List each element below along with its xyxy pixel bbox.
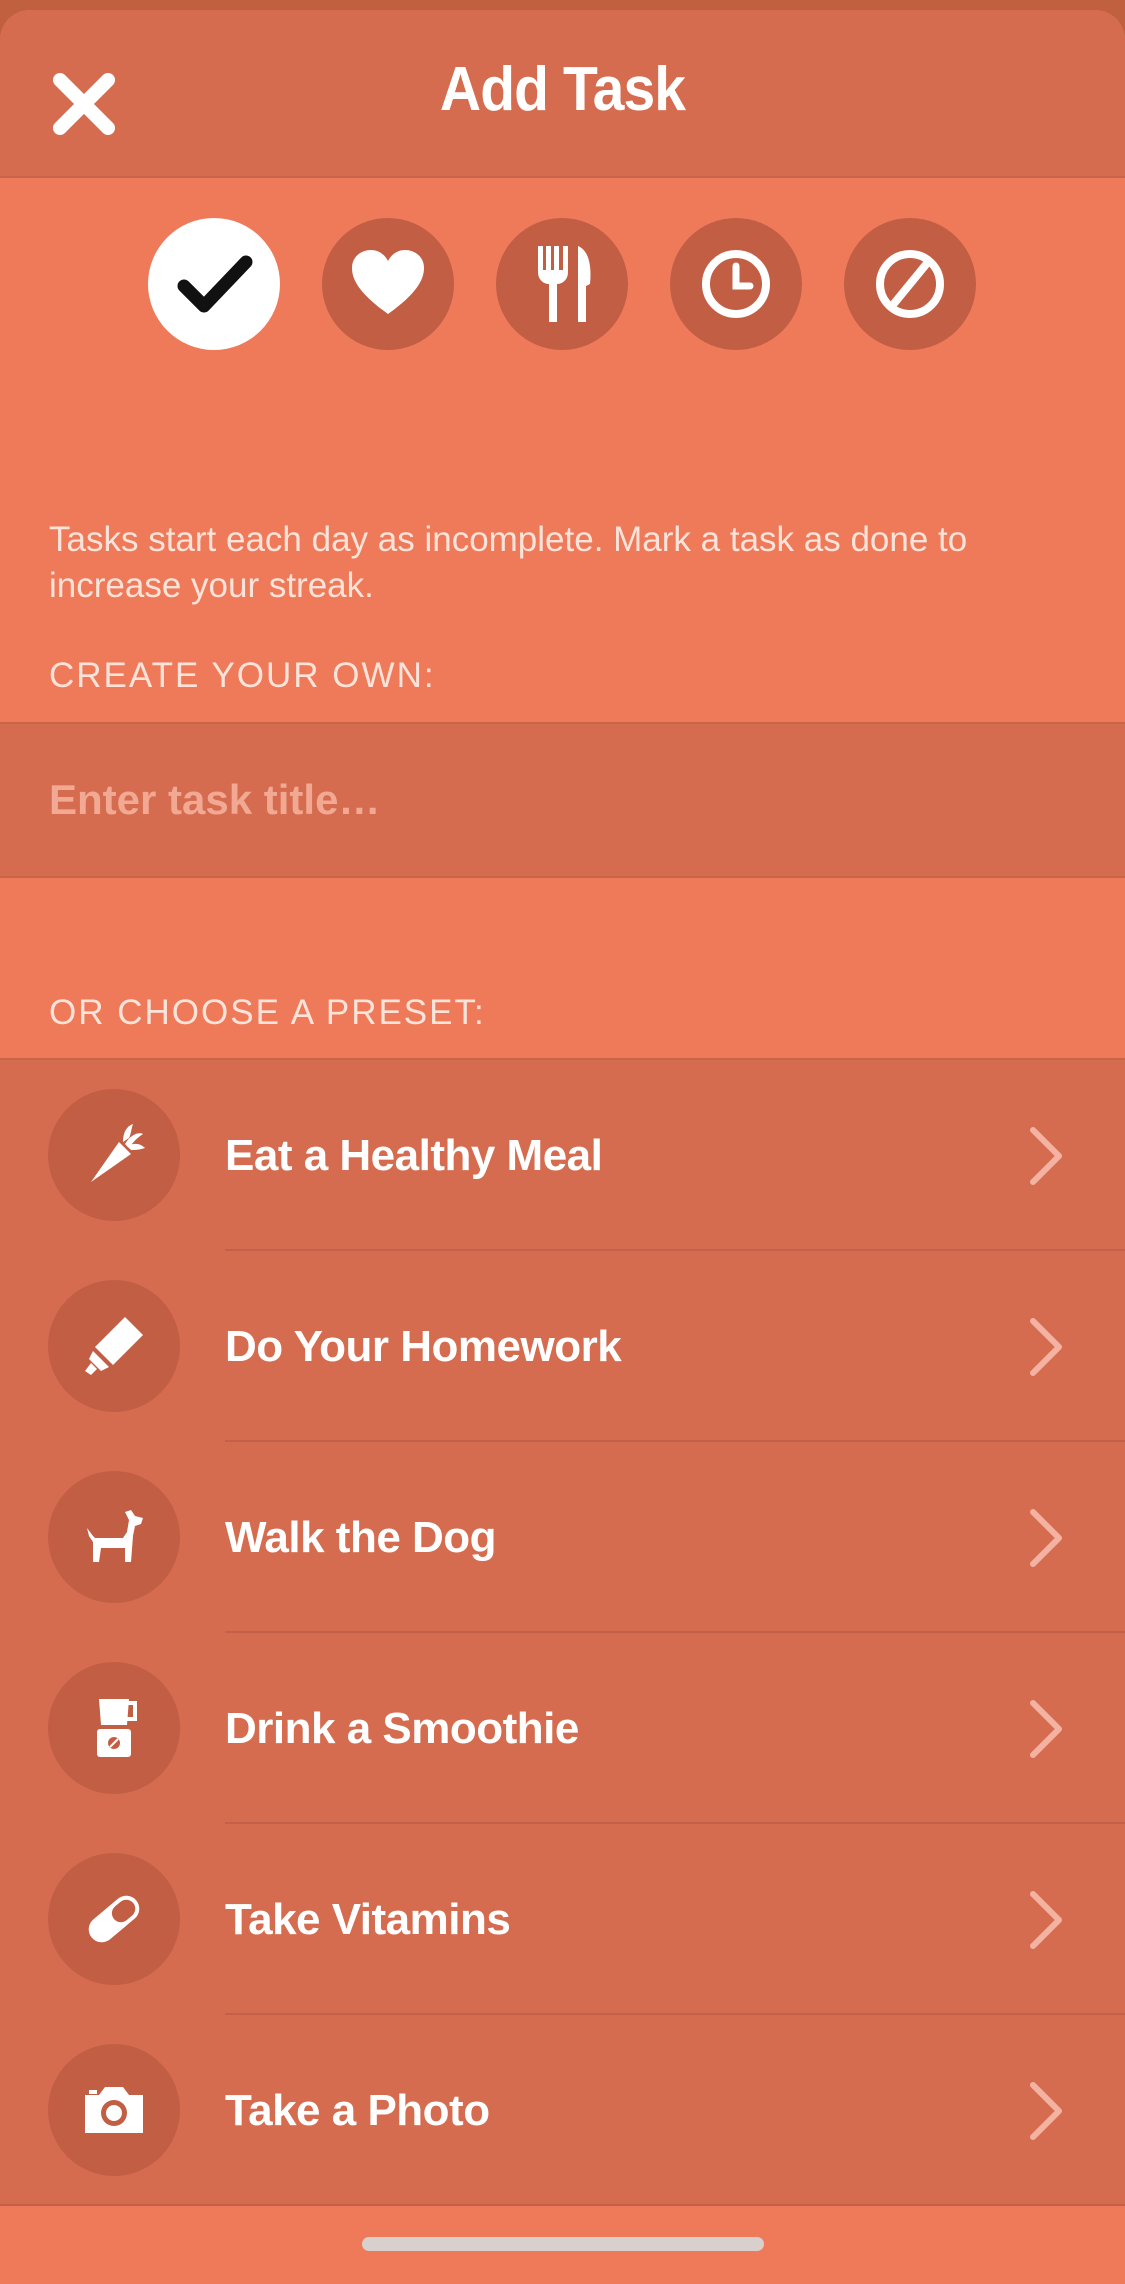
chevron-right-icon	[1030, 2082, 1062, 2140]
type-button-heart[interactable]	[322, 218, 454, 350]
chevron-right-icon	[1030, 1891, 1062, 1949]
preset-item-label: Eat a Healthy Meal	[225, 1130, 603, 1180]
dog-icon	[48, 1471, 180, 1603]
camera-icon	[48, 2044, 180, 2176]
type-button-clock[interactable]	[670, 218, 802, 350]
create-section-label: CREATE YOUR OWN:	[49, 656, 436, 695]
preset-item-label: Drink a Smoothie	[225, 1703, 579, 1753]
preset-list: Eat a Healthy Meal Do Your Homework Walk…	[0, 1058, 1125, 2206]
checkmark-icon	[177, 255, 253, 313]
prohibited-icon	[876, 250, 944, 318]
pill-icon	[48, 1853, 180, 1985]
preset-item-label: Do Your Homework	[225, 1321, 622, 1371]
navigation-bar: Add Task	[0, 10, 1125, 178]
divider	[0, 2204, 1125, 2206]
page-title: Add Task	[439, 55, 686, 124]
chevron-right-icon	[1030, 1509, 1062, 1567]
preset-item-vitamins[interactable]: Take Vitamins	[0, 1824, 1125, 2015]
heart-icon	[352, 250, 424, 314]
blender-icon	[48, 1662, 180, 1794]
preset-item-smoothie[interactable]: Drink a Smoothie	[0, 1633, 1125, 1824]
add-task-sheet: Add Task Tasks start each day as incompl…	[0, 10, 1125, 2284]
chevron-right-icon	[1030, 1127, 1062, 1185]
task-title-row	[0, 722, 1125, 878]
preset-item-walk-dog[interactable]: Walk the Dog	[0, 1442, 1125, 1633]
type-button-checkmark[interactable]	[148, 218, 280, 350]
chevron-right-icon	[1030, 1700, 1062, 1758]
type-button-food[interactable]	[496, 218, 628, 350]
home-indicator[interactable]	[362, 2237, 764, 2251]
help-text: Tasks start each day as incomplete. Mark…	[49, 520, 968, 605]
type-button-prohibited[interactable]	[844, 218, 976, 350]
task-title-input[interactable]	[49, 724, 1079, 876]
preset-item-label: Take a Photo	[225, 2085, 490, 2135]
carrot-icon	[48, 1089, 180, 1221]
chevron-right-icon	[1030, 1318, 1062, 1376]
highlighter-icon	[48, 1280, 180, 1412]
preset-item-label: Take Vitamins	[225, 1894, 511, 1944]
preset-section-label: OR CHOOSE A PRESET:	[49, 993, 486, 1032]
preset-item-photo[interactable]: Take a Photo	[0, 2015, 1125, 2206]
fork-knife-icon	[538, 246, 591, 322]
preset-item-label: Walk the Dog	[225, 1512, 497, 1562]
preset-item-healthy-meal[interactable]: Eat a Healthy Meal	[0, 1060, 1125, 1251]
preset-item-homework[interactable]: Do Your Homework	[0, 1251, 1125, 1442]
task-type-selector	[148, 218, 976, 350]
clock-icon	[702, 250, 770, 318]
